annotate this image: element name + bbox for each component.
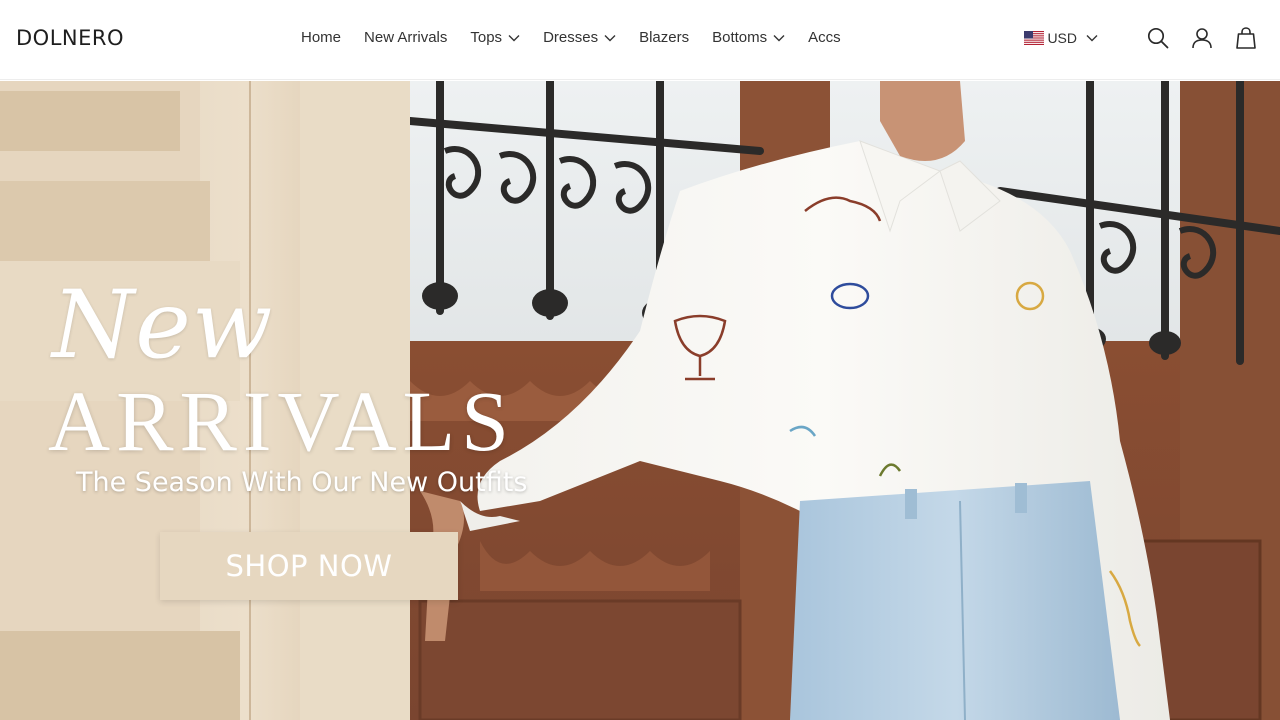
account-icon <box>1192 28 1212 49</box>
chevron-down-icon <box>773 34 785 41</box>
hero-tagline: The Season With Our New Outfits <box>76 467 528 498</box>
currency-selector[interactable]: USD <box>1024 30 1098 46</box>
hero-content: New ARRIVALS The Season With Our New Out… <box>0 81 1280 720</box>
currency-label: USD <box>1047 30 1077 46</box>
nav-item-label: Tops <box>470 29 503 46</box>
nav-item-label: Blazers <box>639 29 690 46</box>
nav-item-dresses[interactable]: Dresses <box>543 29 616 46</box>
shop-now-button[interactable]: SHOP NOW <box>160 532 458 600</box>
header-tools: USD <box>1024 26 1258 50</box>
chevron-down-icon <box>508 34 520 41</box>
hero-title: ARRIVALS <box>48 373 515 469</box>
nav-item-label: Accs <box>808 29 841 46</box>
search-button[interactable] <box>1146 26 1170 50</box>
chevron-down-icon <box>604 34 616 41</box>
site-header: DOLNERO Home New Arrivals Tops Dresses B… <box>0 0 1280 80</box>
nav-item-label: Dresses <box>543 29 599 46</box>
nav-item-blazers[interactable]: Blazers <box>639 29 689 46</box>
cart-bag-icon <box>1236 27 1256 49</box>
hero-banner: New ARRIVALS The Season With Our New Out… <box>0 81 1280 720</box>
main-nav: Home New Arrivals Tops Dresses Blazers B… <box>301 29 864 46</box>
nav-item-bottoms[interactable]: Bottoms <box>712 29 785 46</box>
nav-item-accs[interactable]: Accs <box>808 29 841 46</box>
nav-item-home[interactable]: Home <box>301 29 341 46</box>
site-logo[interactable]: DOLNERO <box>16 26 124 50</box>
search-icon <box>1147 27 1169 49</box>
nav-item-label: Bottoms <box>712 29 768 46</box>
hero-script-title: New <box>52 271 274 380</box>
us-flag-icon <box>1024 31 1045 45</box>
chevron-down-icon <box>1086 35 1098 42</box>
nav-item-label: Home <box>301 29 342 46</box>
nav-item-new-arrivals[interactable]: New Arrivals <box>364 29 447 46</box>
cart-button[interactable] <box>1234 26 1258 50</box>
nav-item-label: New Arrivals <box>364 29 448 46</box>
account-button[interactable] <box>1190 26 1214 50</box>
nav-item-tops[interactable]: Tops <box>470 29 520 46</box>
